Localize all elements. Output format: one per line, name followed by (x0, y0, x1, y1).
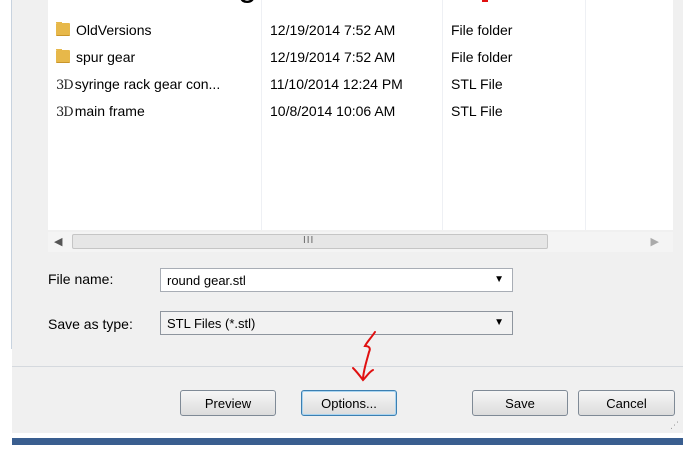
stl-3d-icon: 3D (56, 105, 74, 120)
date-modified-cell: 12/19/2014 7:52 AM (270, 22, 396, 38)
folder-icon (56, 49, 70, 63)
date-modified-cell: 11/10/2014 12:24 PM (270, 76, 403, 92)
file-type-cell: File folder (451, 22, 513, 38)
list-item[interactable]: spur gear 12/19/2014 7:52 AM File folder (48, 45, 673, 71)
file-name-field[interactable]: round gear.stl ▼ (160, 268, 513, 292)
grip-icon: III (303, 235, 315, 246)
options-button[interactable]: Options... (301, 390, 397, 416)
chevron-down-icon[interactable]: ▼ (494, 317, 504, 328)
save-button[interactable]: Save (472, 390, 568, 416)
clipped-annotation-text: g (48, 0, 673, 6)
file-name-cell: 3D syringe rack gear con... (56, 76, 221, 93)
file-list[interactable]: OldVersions 12/19/2014 7:52 AM File fold… (48, 0, 673, 230)
save-type-value: STL Files (*.stl) (167, 316, 256, 331)
horizontal-scrollbar[interactable]: ◀ III ▶ (48, 232, 673, 252)
stl-3d-icon: 3D (56, 78, 74, 93)
date-modified-cell: 10/8/2014 10:06 AM (270, 103, 396, 119)
folder-icon (56, 22, 70, 36)
save-type-select[interactable]: STL Files (*.stl) ▼ (160, 311, 513, 335)
file-type-cell: File folder (451, 49, 513, 65)
file-name-value[interactable]: round gear.stl (167, 273, 246, 288)
list-item[interactable]: 3D syringe rack gear con... 11/10/2014 12… (48, 72, 673, 98)
scroll-right-icon[interactable]: ▶ (651, 235, 659, 248)
file-name-cell: 3D main frame (56, 103, 145, 120)
file-name-cell: OldVersions (56, 22, 256, 38)
preview-button[interactable]: Preview (180, 390, 276, 416)
red-arrow-annotation-icon (352, 331, 376, 382)
taskbar-strip (12, 438, 683, 445)
red-annotation-mark (482, 0, 488, 2)
file-name-label: File name: (48, 271, 114, 287)
list-item[interactable]: 3D main frame 10/8/2014 10:06 AM STL File (48, 99, 673, 125)
save-type-label: Save as type: (48, 316, 133, 332)
chevron-down-icon[interactable]: ▼ (494, 274, 504, 285)
file-type-cell: STL File (451, 103, 503, 119)
scroll-thumb[interactable]: III (72, 234, 548, 249)
cancel-button[interactable]: Cancel (578, 390, 675, 416)
file-type-cell: STL File (451, 76, 503, 92)
window-left-frame (0, 0, 12, 349)
scroll-left-icon[interactable]: ◀ (54, 235, 62, 248)
date-modified-cell: 12/19/2014 7:52 AM (270, 49, 396, 65)
list-item[interactable]: OldVersions 12/19/2014 7:52 AM File fold… (48, 18, 673, 44)
resize-grip-icon[interactable]: ⋰ (670, 420, 679, 431)
file-name-cell: spur gear (56, 49, 256, 65)
